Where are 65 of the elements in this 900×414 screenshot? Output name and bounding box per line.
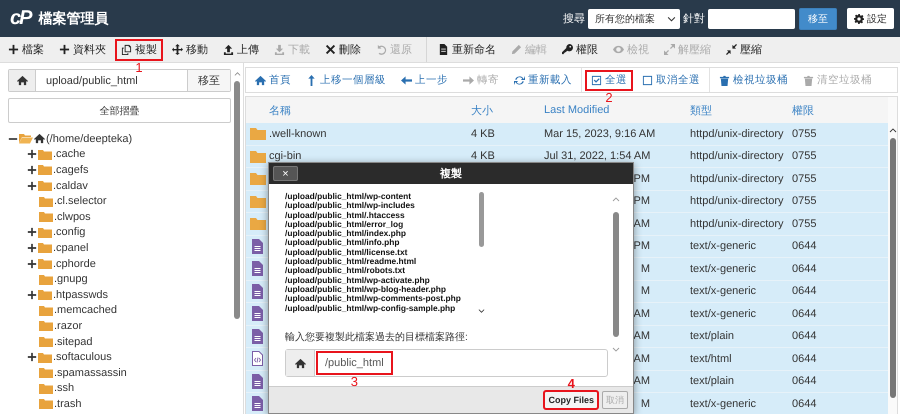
file-path: /upload/public_html/readme.html (285, 257, 418, 266)
file-path: /upload/public_html/info.php (285, 238, 400, 248)
table-cell: M (640, 285, 650, 298)
file-path: /upload/public_html/.htaccess (285, 210, 405, 220)
file-path: /upload/public_html/license.txt (285, 248, 408, 258)
table-cell-text: 0644 (792, 262, 818, 275)
table-cell-text: 0644 (792, 398, 818, 410)
search-label: 搜尋 (563, 12, 585, 26)
table-cell-text: httpd/unix-directory (690, 218, 785, 230)
file-path: /upload/public_html/wp-comments-post.php (285, 294, 462, 304)
table-cell-text: 4 KB (471, 128, 496, 140)
table-cell-text: text/x-generic (690, 262, 758, 275)
dialog-title: 複製 (438, 166, 463, 181)
file-path: /upload/public_html/wp-includes (285, 201, 416, 211)
table-cell-text: httpd/unix-directory (690, 150, 785, 162)
table-cell-text: text/x-generic (690, 240, 758, 252)
table-cell: AM (634, 352, 650, 365)
file-path: /upload/public_html/robots.txt (285, 266, 406, 276)
table-cell-text: 0755 (792, 195, 818, 208)
table-cell-text: 0755 (792, 172, 818, 185)
table-cell-text: text/x-generic (690, 308, 758, 320)
table-cell-text: httpd/unix-directory (690, 128, 785, 140)
table-cell-text: httpd/unix-directory (690, 195, 785, 208)
table-cell: AM (634, 308, 650, 320)
table-cell-text: cgi-bin (269, 150, 302, 162)
table-cell-text: .well-known (269, 128, 328, 140)
callout-number: 3 (350, 375, 358, 388)
table-cell-text: 4 KB (471, 150, 496, 162)
table-cell-text: 0644 (792, 352, 818, 365)
callout-number: 4 (568, 377, 575, 390)
table-cell: M (640, 262, 650, 275)
table-cell-text: Mar 15, 2023, 9:16 AM (544, 128, 656, 140)
table-cell-text: text/plain (690, 330, 736, 342)
destination-label: 輸入您要複製此檔案過去的目標檔案路徑: (285, 330, 469, 344)
app-title: 檔案管理員 (38, 10, 108, 28)
table-cell-text: 0644 (792, 330, 818, 342)
table-cell-text: 0644 (792, 308, 818, 320)
file-path: /upload/public_html/wp-blog-header.php (285, 284, 446, 294)
for-label: 針對 (683, 12, 705, 26)
callout-number: 2 (605, 90, 613, 104)
table-cell-text: 0644 (792, 240, 818, 252)
file-path: /upload/public_html/index.php (285, 229, 407, 238)
file-path: /upload/public_html/wp-activate.php (285, 276, 430, 285)
table-cell: AM (634, 375, 650, 388)
table-cell-text: text/plain (690, 375, 736, 388)
table-cell-text: 0755 (792, 218, 818, 230)
table-cell: PM (634, 195, 650, 208)
file-path: /upload/public_html/wp-config-sample.php (285, 304, 456, 313)
table-cell-text: text/x-generic (690, 285, 758, 298)
table-cell-text: Jul 31, 2022, 1:54 AM (544, 150, 652, 162)
table-cell-text: 0755 (792, 128, 818, 140)
table-cell-text: httpd/unix-directory (690, 172, 785, 185)
table-cell-text: text/html (690, 352, 733, 365)
table-cell-text: 0755 (792, 150, 818, 162)
table-cell-text: 0644 (792, 285, 818, 298)
table-cell: M (640, 398, 650, 410)
file-path: /upload/public_html/wp-content (285, 192, 412, 202)
table-cell-text: text/x-generic (690, 398, 758, 410)
table-cell: AM (634, 330, 650, 342)
table-cell: PM (634, 240, 650, 252)
logo: cP (10, 7, 30, 30)
table-cell-text: 0644 (792, 375, 818, 388)
table-cell: AM (634, 218, 650, 230)
table-cell: PM (634, 172, 650, 185)
file-path: /upload/public_html/error_log (285, 220, 404, 230)
